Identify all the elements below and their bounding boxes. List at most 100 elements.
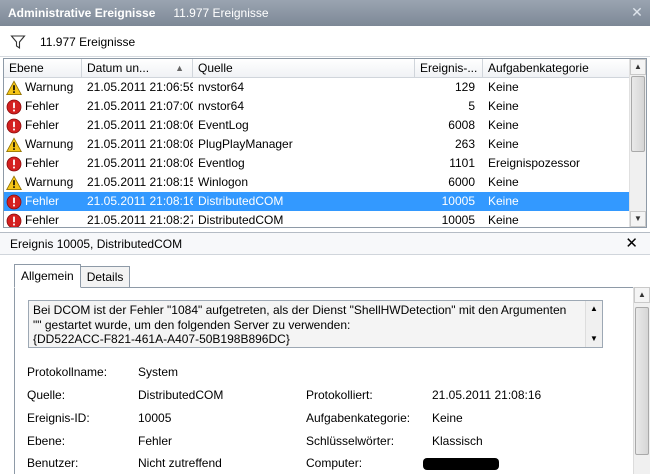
sort-ascending-icon: ▲ (175, 63, 184, 73)
event-list-header: Ebene Datum un... ▲ Quelle Ereignis-... A… (4, 59, 629, 78)
event-detail-header: Ereignis 10005, DistributedCOM ✕ (0, 233, 650, 255)
table-row[interactable]: Warnung 21.05.2011 21:06:59 nvstor64 129 Kei… (4, 78, 629, 97)
cell-level-text: Fehler (25, 156, 60, 170)
cell-date: 21.05.2011 21:08:08 (87, 156, 193, 170)
event-properties: Protokollname: System Quelle: Distribute… (15, 288, 615, 474)
cell-date: 21.05.2011 21:08:06 (87, 118, 193, 132)
label-task-category: Aufgabenkategorie: (306, 411, 411, 425)
detail-scrollbar[interactable]: ▲ (633, 287, 650, 474)
scrollbar-thumb[interactable] (631, 76, 645, 152)
warning-icon (6, 174, 22, 191)
event-list-scrollbar[interactable]: ▲ ▼ (629, 59, 646, 227)
label-level: Ebene: (27, 434, 66, 448)
column-header-source[interactable]: Quelle (193, 59, 415, 78)
cell-event-id: 5 (468, 99, 475, 113)
value-keywords: Klassisch (432, 434, 483, 448)
panel-titlebar: Administrative Ereignisse 11.977 Ereigni… (0, 0, 650, 26)
cell-task-category: Keine (488, 99, 519, 113)
label-event-id: Ereignis-ID: (27, 411, 90, 425)
scroll-up-arrow-icon[interactable]: ▲ (634, 287, 650, 303)
column-header-event-id[interactable]: Ereignis-... (415, 59, 483, 78)
error-icon (6, 99, 22, 115)
value-protokollname: System (138, 365, 179, 379)
scroll-down-arrow-icon[interactable]: ▼ (630, 211, 646, 227)
cell-source: Eventlog (198, 156, 245, 170)
cell-source: nvstor64 (198, 80, 245, 94)
cell-source: DistributedCOM (198, 194, 284, 208)
cell-level-text: Fehler (25, 194, 60, 208)
table-row[interactable]: Fehler 21.05.2011 21:08:06 EventLog 6008 Kei… (4, 116, 629, 135)
value-task-category: Keine (432, 411, 463, 425)
filter-icon[interactable] (10, 34, 26, 50)
cell-source: DistributedCOM (198, 213, 284, 227)
cell-event-id: 263 (454, 137, 475, 151)
value-user: Nicht zutreffend (138, 456, 222, 470)
cell-level-text: Fehler (25, 118, 60, 132)
cell-task-category: Keine (488, 213, 519, 227)
detail-tabs: Allgemein Details (14, 264, 131, 288)
cell-task-category: Keine (488, 194, 519, 208)
table-row[interactable]: Fehler 21.05.2011 21:07:00 nvstor64 5 Keine (4, 97, 629, 116)
cell-task-category: Keine (488, 137, 519, 151)
redacted-computer-name (423, 456, 499, 470)
cell-event-id: 6000 (448, 175, 475, 189)
cell-level-text: Warnung (25, 137, 74, 151)
cell-date: 21.05.2011 21:08:16 (87, 194, 193, 208)
tab-allgemein[interactable]: Allgemein (14, 264, 81, 288)
scrollbar-thumb[interactable] (635, 307, 649, 455)
column-header-date-label: Datum un... (87, 61, 150, 75)
label-protokolliert: Protokolliert: (306, 388, 373, 402)
cell-task-category: Ereignispozessor (488, 156, 581, 170)
cell-source: nvstor64 (198, 99, 245, 113)
table-row[interactable]: Fehler 21.05.2011 21:08:08 Eventlog 1101 Ere… (4, 154, 629, 173)
event-rows: Warnung 21.05.2011 21:06:59 nvstor64 129 Kei… (4, 78, 629, 227)
warning-icon (6, 136, 22, 153)
cell-level-text: Warnung (25, 80, 74, 94)
error-icon (6, 194, 22, 210)
cell-date: 21.05.2011 21:08:15 (87, 175, 193, 189)
cell-level: Fehler (4, 116, 82, 135)
column-header-level[interactable]: Ebene (4, 59, 82, 78)
table-row[interactable]: Fehler 21.05.2011 21:08:16 DistributedCOM 1… (4, 192, 629, 211)
error-icon (6, 118, 22, 134)
cell-event-id: 6008 (448, 118, 475, 132)
table-row[interactable]: Fehler 21.05.2011 21:08:27 DistributedCOM 1… (4, 211, 629, 227)
column-header-task-category[interactable]: Aufgabenkategorie (483, 59, 629, 78)
cell-task-category: Keine (488, 80, 519, 94)
event-detail-pane: Ereignis 10005, DistributedCOM ✕ Allgeme… (0, 232, 650, 474)
cell-event-id: 1101 (449, 156, 475, 170)
cell-date: 21.05.2011 21:06:59 (87, 80, 193, 94)
panel-title: Administrative Ereignisse (8, 6, 156, 20)
cell-level: Fehler (4, 211, 82, 227)
cell-date: 21.05.2011 21:07:00 (87, 99, 193, 113)
cell-level: Fehler (4, 154, 82, 173)
label-computer: Computer: (306, 456, 363, 470)
value-level: Fehler (138, 434, 173, 448)
cell-level-text: Fehler (25, 99, 60, 113)
column-header-date[interactable]: Datum un... ▲ (82, 59, 193, 78)
cell-source: PlugPlayManager (198, 137, 293, 151)
label-keywords: Schlüsselwörter: (306, 434, 395, 448)
table-row[interactable]: Warnung 21.05.2011 21:08:15 Winlogon 6000 Ke… (4, 173, 629, 192)
close-icon[interactable]: ✕ (625, 233, 638, 255)
table-row[interactable]: Warnung 21.05.2011 21:08:08 PlugPlayManage… (4, 135, 629, 154)
cell-level: Fehler (4, 192, 82, 211)
value-quelle: DistributedCOM (138, 388, 224, 402)
scroll-up-arrow-icon[interactable]: ▲ (630, 59, 646, 75)
label-quelle: Quelle: (27, 388, 66, 402)
event-list[interactable]: Ebene Datum un... ▲ Quelle Ereignis-... A… (3, 58, 647, 228)
cell-level: Warnung (4, 135, 82, 154)
label-protokollname: Protokollname: (27, 365, 108, 379)
cell-task-category: Keine (488, 175, 519, 189)
label-user: Benutzer: (27, 456, 79, 470)
cell-task-category: Keine (488, 118, 519, 132)
cell-event-id: 10005 (441, 213, 475, 227)
close-icon[interactable]: ✕ (630, 5, 644, 19)
tab-details[interactable]: Details (79, 266, 131, 288)
cell-source: Winlogon (198, 175, 249, 189)
error-icon (6, 213, 22, 227)
value-event-id: 10005 (138, 411, 172, 425)
cell-level-text: Warnung (25, 175, 74, 189)
event-detail-title: Ereignis 10005, DistributedCOM (10, 237, 183, 251)
tab-general-content: Bei DCOM ist der Fehler "1084" aufgetret… (14, 287, 634, 474)
